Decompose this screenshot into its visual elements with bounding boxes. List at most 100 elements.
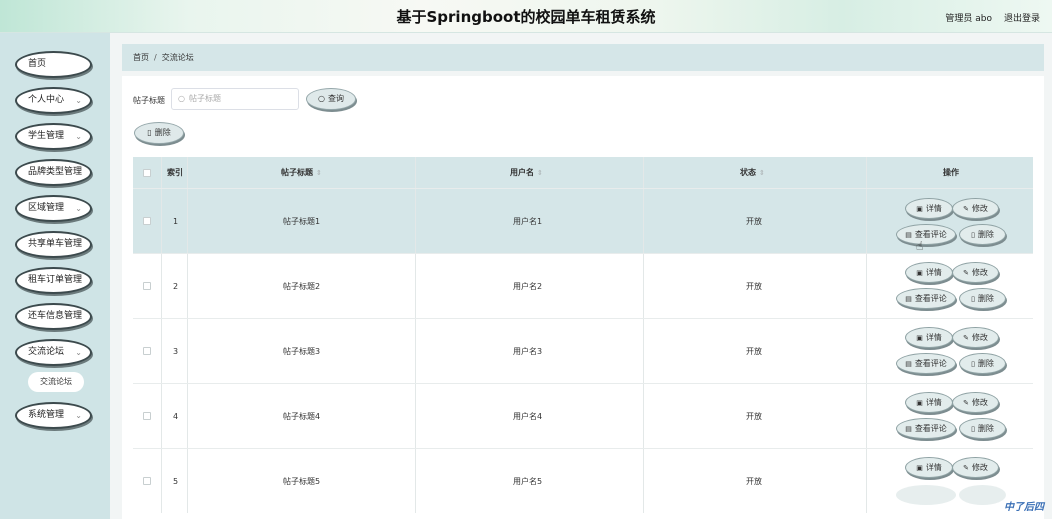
view-comments-button[interactable]: ▤ 查看评论	[896, 418, 956, 439]
table-row: 5 帖子标题5 用户名5 开放 ▣ 详情 ✎ 修改	[133, 448, 1033, 513]
sort-icon[interactable]: ⇕	[537, 169, 543, 177]
sidebar-item-label: 还车信息管理	[28, 311, 83, 321]
row-checkbox[interactable]	[143, 412, 151, 420]
edit-button[interactable]: ✎ 修改	[952, 198, 999, 219]
sidebar-item-student-management[interactable]: 学生管理 ⌄	[15, 123, 92, 150]
chevron-down-icon: ⌄	[75, 204, 82, 213]
delete-button[interactable]: ▯ 删除	[959, 288, 1006, 309]
header-status-label: 状态	[740, 168, 756, 177]
chevron-down-icon: ⌄	[75, 411, 82, 420]
row-index: 3	[173, 346, 179, 356]
comment-icon: ▤	[905, 295, 912, 303]
edit-label: 修改	[971, 398, 988, 407]
sidebar-item-personal-center[interactable]: 个人中心 ⌄	[15, 87, 92, 114]
table-row: 3 帖子标题3 用户名3 开放 ▣ 详情 ✎ 修改 ▤ 查看评论 ▯ 删除	[133, 318, 1033, 383]
row-username: 用户名4	[513, 411, 543, 421]
search-placeholder: 帖子标题	[189, 94, 221, 103]
search-icon: ○	[318, 94, 325, 103]
select-all-cell	[143, 157, 151, 188]
detail-button[interactable]: ▣ 详情	[905, 457, 953, 478]
detail-label: 详情	[925, 268, 942, 277]
search-button[interactable]: ○ 查询	[306, 88, 356, 110]
logout-link[interactable]: 退出登录	[1004, 11, 1040, 24]
sidebar-item-shared-bike-management[interactable]: 共享单车管理	[15, 231, 92, 258]
edit-button[interactable]: ✎ 修改	[952, 262, 999, 283]
view-comments-button-placeholder[interactable]	[896, 485, 956, 505]
comment-icon: ▤	[905, 360, 912, 368]
sidebar-item-label: 学生管理	[28, 131, 65, 141]
detail-label: 详情	[925, 333, 942, 342]
delete-button[interactable]: ▯ 删除	[959, 418, 1006, 439]
view-comments-button[interactable]: ▤ 查看评论	[896, 288, 956, 309]
sidebar-item-rental-order-management[interactable]: 租车订单管理	[15, 267, 92, 294]
detail-label: 详情	[925, 463, 942, 472]
forum-table: 索引 帖子标题 ⇕ 用户名 ⇕ 状态 ⇕ 操作 1 帖子标题1 用户名1 开放 ▣ 详情…	[133, 157, 1033, 513]
delete-label: 删除	[977, 424, 994, 433]
row-username: 用户名2	[513, 281, 543, 291]
search-input[interactable]: ○ 帖子标题	[171, 88, 299, 110]
edit-button[interactable]: ✎ 修改	[952, 392, 999, 413]
sidebar-item-home[interactable]: 首页	[15, 51, 92, 78]
row-checkbox[interactable]	[143, 477, 151, 485]
sort-icon[interactable]: ⇕	[759, 169, 765, 177]
detail-icon: ▣	[916, 269, 923, 277]
sidebar-item-return-info-management[interactable]: 还车信息管理	[15, 303, 92, 330]
delete-label: 删除	[977, 230, 994, 239]
header-action-label: 操作	[943, 168, 959, 177]
trash-icon: ▯	[147, 128, 152, 137]
edit-label: 修改	[971, 204, 988, 213]
row-status: 开放	[746, 216, 762, 226]
chevron-down-icon: ⌄	[75, 96, 82, 105]
breadcrumb-current: 交流论坛	[161, 53, 194, 62]
sidebar-item-label: 共享单车管理	[28, 239, 83, 249]
sidebar-item-forum[interactable]: 交流论坛 ⌄	[15, 339, 92, 366]
sidebar-item-system-management[interactable]: 系统管理 ⌄	[15, 402, 92, 429]
edit-button[interactable]: ✎ 修改	[952, 457, 999, 478]
row-status: 开放	[746, 476, 762, 486]
row-title: 帖子标题1	[283, 216, 321, 226]
sidebar: 首页 个人中心 ⌄ 学生管理 ⌄ 品牌类型管理 区域管理 ⌄ 共享单车管理 租车订单管…	[0, 33, 110, 519]
row-title: 帖子标题5	[283, 476, 321, 486]
breadcrumb-home[interactable]: 首页	[133, 53, 149, 62]
row-checkbox[interactable]	[143, 217, 151, 225]
row-title: 帖子标题4	[283, 411, 321, 421]
detail-icon: ▣	[916, 205, 923, 213]
trash-icon: ▯	[971, 231, 975, 239]
row-username: 用户名5	[513, 476, 543, 486]
detail-button[interactable]: ▣ 详情	[905, 327, 953, 348]
pencil-icon: ✎	[963, 205, 969, 213]
row-checkbox[interactable]	[143, 282, 151, 290]
table-row: 2 帖子标题2 用户名2 开放 ▣ 详情 ✎ 修改 ▤ 查看评论 ▯ 删除	[133, 253, 1033, 318]
sort-icon[interactable]: ⇕	[316, 169, 322, 177]
row-checkbox[interactable]	[143, 347, 151, 355]
sidebar-item-brand-type-management[interactable]: 品牌类型管理	[15, 159, 92, 186]
delete-button-placeholder[interactable]	[959, 485, 1006, 505]
sidebar-subitem-forum[interactable]: 交流论坛	[28, 372, 84, 392]
detail-button[interactable]: ▣ 详情	[905, 392, 953, 413]
trash-icon: ▯	[971, 425, 975, 433]
table-row: 1 帖子标题1 用户名1 开放 ▣ 详情 ✎ 修改 ▤ 查看评论 ▯ 删除	[133, 188, 1033, 253]
chevron-down-icon: ⌄	[75, 348, 82, 357]
sidebar-item-area-management[interactable]: 区域管理 ⌄	[15, 195, 92, 222]
row-index: 5	[173, 476, 179, 486]
select-all-checkbox[interactable]	[143, 168, 151, 177]
row-title: 帖子标题2	[283, 281, 321, 291]
delete-button[interactable]: ▯ 删除	[959, 224, 1006, 245]
edit-label: 修改	[971, 333, 988, 342]
chevron-down-icon: ⌄	[75, 132, 82, 141]
view-comments-button[interactable]: ▤ 查看评论	[896, 224, 956, 245]
detail-button[interactable]: ▣ 详情	[905, 262, 953, 283]
detail-icon: ▣	[916, 399, 923, 407]
bulk-delete-button[interactable]: ▯ 删除	[134, 122, 184, 144]
header-username[interactable]: 用户名 ⇕	[510, 157, 543, 188]
table-header: 索引 帖子标题 ⇕ 用户名 ⇕ 状态 ⇕ 操作	[133, 157, 1033, 188]
view-comments-button[interactable]: ▤ 查看评论	[896, 353, 956, 374]
header-status[interactable]: 状态 ⇕	[740, 157, 765, 188]
delete-button[interactable]: ▯ 删除	[959, 353, 1006, 374]
edit-button[interactable]: ✎ 修改	[952, 327, 999, 348]
detail-button[interactable]: ▣ 详情	[905, 198, 953, 219]
detail-icon: ▣	[916, 464, 923, 472]
edit-label: 修改	[971, 463, 988, 472]
header-title[interactable]: 帖子标题 ⇕	[281, 157, 322, 188]
detail-label: 详情	[925, 398, 942, 407]
